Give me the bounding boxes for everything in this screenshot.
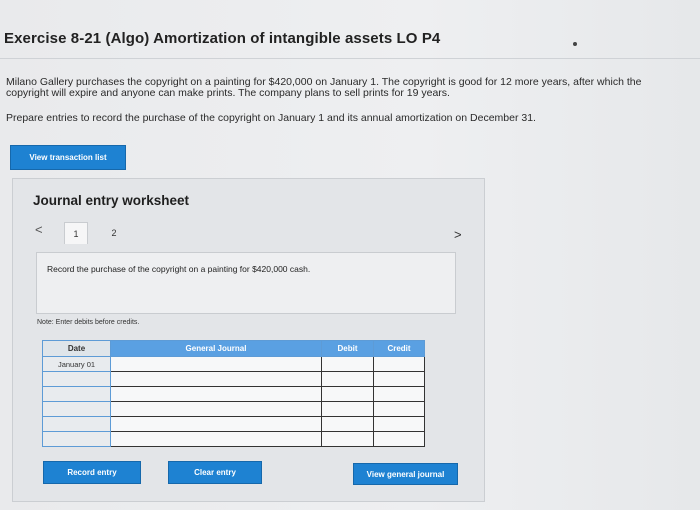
- problem-paragraph: Milano Gallery purchases the copyright o…: [6, 76, 642, 99]
- table-row: [42, 431, 425, 447]
- account-input[interactable]: [110, 386, 322, 402]
- debit-input[interactable]: [321, 386, 374, 402]
- account-input[interactable]: [110, 401, 322, 417]
- credit-input[interactable]: [373, 431, 425, 447]
- debit-input[interactable]: [321, 431, 374, 447]
- date-cell: [42, 431, 111, 447]
- exercise-title: Exercise 8-21 (Algo) Amortization of int…: [4, 30, 441, 47]
- debit-column-header: Debit: [321, 340, 374, 357]
- date-cell: [42, 371, 111, 387]
- account-input[interactable]: [110, 371, 322, 387]
- date-column-header: Date: [42, 340, 111, 357]
- view-general-journal-button[interactable]: View general journal: [353, 463, 458, 485]
- credit-input[interactable]: [373, 386, 425, 402]
- credit-input[interactable]: [373, 371, 425, 387]
- record-entry-button[interactable]: Record entry: [43, 461, 141, 484]
- date-cell: [42, 401, 111, 417]
- general-journal-column-header: General Journal: [110, 340, 322, 357]
- debit-credit-note: Note: Enter debits before credits.: [37, 319, 140, 326]
- clear-entry-button[interactable]: Clear entry: [168, 461, 262, 484]
- debit-input[interactable]: [321, 416, 374, 432]
- credit-input[interactable]: [373, 401, 425, 417]
- tab-entry-2[interactable]: 2: [102, 222, 126, 244]
- date-cell: [42, 416, 111, 432]
- credit-input[interactable]: [373, 416, 425, 432]
- table-row: [42, 416, 425, 432]
- view-transaction-list-button[interactable]: View transaction list: [10, 145, 126, 170]
- date-cell: [42, 386, 111, 402]
- prev-entry-chevron-icon[interactable]: <: [35, 222, 43, 237]
- tab-entry-1[interactable]: 1: [64, 222, 88, 244]
- debit-input[interactable]: [321, 371, 374, 387]
- table-row: [42, 401, 425, 417]
- table-row: January 01: [42, 356, 425, 372]
- decorative-dot: [573, 42, 577, 46]
- table-row: [42, 371, 425, 387]
- table-row: [42, 386, 425, 402]
- debit-input[interactable]: [321, 401, 374, 417]
- journal-entry-table: Date General Journal Debit Credit Januar…: [42, 340, 425, 447]
- instruction-box: [36, 252, 456, 314]
- account-input[interactable]: [110, 416, 322, 432]
- account-input[interactable]: [110, 356, 322, 372]
- next-entry-chevron-icon[interactable]: >: [454, 227, 462, 242]
- entry-instruction-text: Record the purchase of the copyright on …: [47, 264, 311, 274]
- header-divider: [0, 58, 700, 59]
- date-cell: January 01: [42, 356, 111, 372]
- debit-input[interactable]: [321, 356, 374, 372]
- problem-instructions: Prepare entries to record the purchase o…: [6, 112, 536, 124]
- account-input[interactable]: [110, 431, 322, 447]
- worksheet-title: Journal entry worksheet: [33, 193, 190, 208]
- credit-column-header: Credit: [373, 340, 425, 357]
- credit-input[interactable]: [373, 356, 425, 372]
